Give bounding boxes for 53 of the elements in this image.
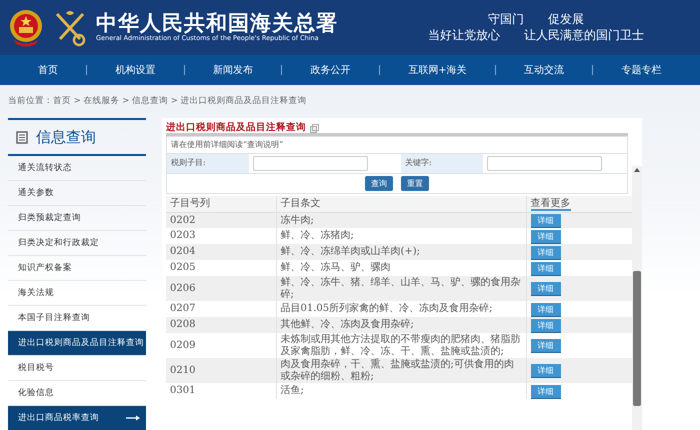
site-title: 中华人民共和国海关总署 <box>96 11 338 34</box>
slogan-text: 促发展 <box>548 12 584 28</box>
table-cell: 肉及食用杂碎，干、熏、盐腌或盐渍的;可供食用的肉或杂碎的细粉、粗粉; <box>276 358 526 383</box>
window-icon <box>310 124 319 133</box>
table-cell: 鲜、冷、冻牛、猪、绵羊、山羊、马、驴、骡的食用杂碎; <box>276 276 526 301</box>
scroll-up-icon[interactable] <box>634 168 640 172</box>
scrollbar-thumb[interactable] <box>633 271 641 406</box>
sidebar-item[interactable]: 通关流转状态 <box>8 156 146 181</box>
column-header: 查看更多 <box>530 198 570 211</box>
sidebar-item[interactable]: 进出口商品税率查询 <box>8 406 146 430</box>
field-label: 关键字: <box>405 158 432 167</box>
nav-link[interactable]: 互联网+海关 <box>408 62 467 78</box>
sidebar-item[interactable]: 海关法规 <box>8 281 146 306</box>
table-cell: 0208 <box>166 317 276 333</box>
breadcrumb-text: 当前位置：首页 > 在线服务 > 信息查询 > 进出口税则商品及品目注释查询 <box>8 95 307 108</box>
sidebar-item[interactable]: 归类决定和行政裁定 <box>8 231 146 256</box>
nav-link[interactable]: 机构设置 <box>116 62 156 78</box>
column-header: 子目条文 <box>280 198 320 209</box>
column-header: 子目号列 <box>170 198 210 209</box>
notice-text: 请在使用前详细阅读“查询说明” <box>171 140 284 149</box>
emblem-icon <box>8 8 44 46</box>
table-cell: 活鱼; <box>276 383 526 399</box>
nav-link[interactable]: 政务公开 <box>310 62 351 78</box>
nav-link[interactable]: 新闻发布 <box>213 62 254 78</box>
sidebar-item[interactable]: 通关参数 <box>8 181 146 206</box>
sidebar-item[interactable]: 归类预裁定查询 <box>8 206 146 231</box>
document-icon <box>16 130 28 144</box>
table-cell: 0206 <box>166 276 276 301</box>
query-button[interactable]: 重置 <box>401 176 429 191</box>
field-label: 税则子目: <box>171 158 206 167</box>
scrollbar[interactable] <box>632 166 642 430</box>
sidebar-item[interactable]: 税目税号 <box>8 356 146 381</box>
nav-link[interactable]: 专题专栏 <box>622 62 662 78</box>
slogan-text: 当好让党放心 <box>428 28 500 44</box>
input-field[interactable] <box>253 156 368 171</box>
nav-link[interactable]: 互动交流 <box>524 62 564 78</box>
table-cell: 0204 <box>166 244 276 260</box>
input-field[interactable] <box>487 156 602 171</box>
arrow-icon <box>126 414 140 421</box>
nav-link[interactable]: 首页 <box>38 62 58 78</box>
slogan-text: 守国门 <box>488 12 524 28</box>
table-cell: 其他鲜、冷、冻肉及食用杂碎; <box>276 317 526 333</box>
table-cell: 0202 <box>166 212 276 228</box>
sidebar-title: 信息查询 <box>36 126 96 148</box>
query-title: 进出口税则商品及品目注释查询 <box>166 122 306 133</box>
sidebar-item[interactable]: 进出口税则商品及品目注释查询 <box>8 331 146 356</box>
query-button[interactable]: 查询 <box>365 176 393 191</box>
slogan-text: 让人民满意的国门卫士 <box>524 28 644 44</box>
table-cell: 0210 <box>166 358 276 383</box>
sidebar-item[interactable]: 知识产权备案 <box>8 256 146 281</box>
table-cell: 鲜、冷、冻绵羊肉或山羊肉(+); <box>276 244 526 260</box>
table-cell: 0301 <box>166 383 276 399</box>
table-cell: 冻牛肉; <box>276 212 526 228</box>
